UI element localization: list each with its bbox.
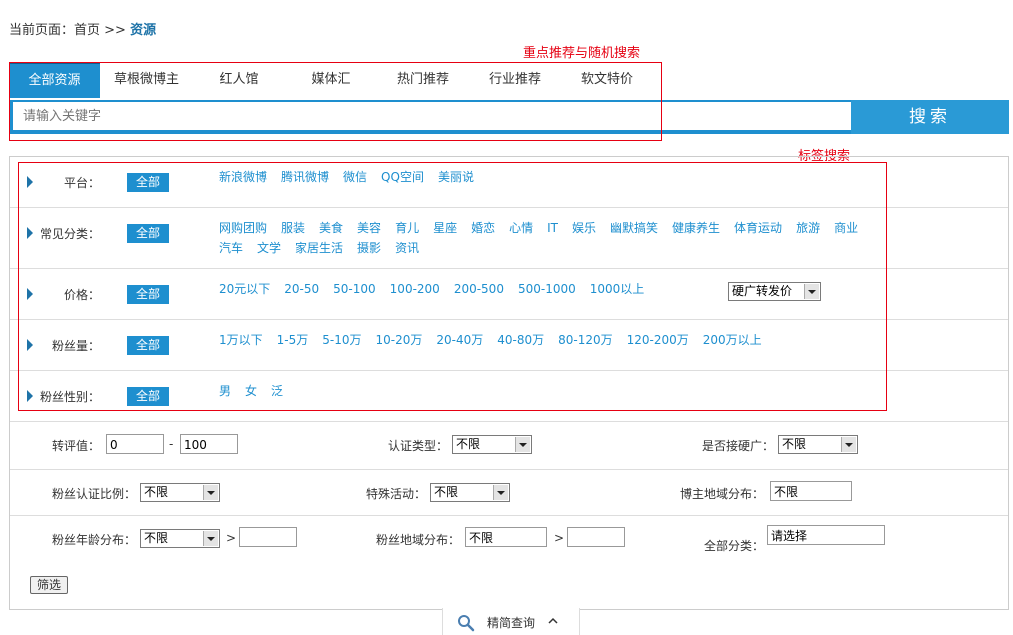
chevron-down-icon (841, 437, 856, 452)
repost-to-input[interactable]: 100 (180, 434, 238, 454)
all-category-input[interactable]: 请选择 (767, 525, 885, 545)
age-value: 不限 (144, 531, 169, 545)
range-dash: - (169, 437, 174, 451)
hard-ad-label: 是否接硬广： (702, 439, 775, 453)
hard-ad-select[interactable]: 不限 (778, 435, 858, 454)
region-label: 博主地域分布： (680, 487, 765, 501)
search-icon (458, 615, 475, 632)
age-label: 粉丝年龄分布： (52, 533, 137, 547)
all-category-label: 全部分类： (704, 539, 765, 553)
age-gt-sign: > (226, 531, 237, 545)
chevron-down-icon (203, 531, 218, 546)
chevron-up-icon (548, 617, 558, 624)
hard-ad-value: 不限 (782, 437, 807, 451)
special-value: 不限 (434, 485, 459, 499)
search-button[interactable]: 搜索 (851, 100, 1009, 134)
auth-type-label: 认证类型： (388, 439, 449, 453)
special-label: 特殊活动： (366, 487, 427, 501)
breadcrumb-current[interactable]: 资源 (130, 23, 156, 38)
fan-auth-select[interactable]: 不限 (140, 483, 220, 502)
filter-button[interactable]: 筛选 (30, 576, 68, 594)
fan-region-label: 粉丝地域分布： (376, 533, 461, 547)
simple-query-label: 精简查询 (487, 616, 536, 630)
fan-auth-label: 粉丝认证比例： (52, 487, 137, 501)
breadcrumb-prefix: 当前页面：首页 >> (9, 23, 131, 38)
auth-type-select[interactable]: 不限 (452, 435, 532, 454)
tags-highlight-box (18, 162, 887, 411)
recommend-highlight-box (9, 62, 662, 141)
age-extra-input[interactable] (239, 527, 297, 547)
simple-query-toggle[interactable]: 精简查询 (442, 608, 580, 635)
special-select[interactable]: 不限 (430, 483, 510, 502)
fan-auth-value: 不限 (144, 485, 169, 499)
fan-region-extra-input[interactable] (567, 527, 625, 547)
fan-region-input[interactable]: 不限 (465, 527, 547, 547)
region-input[interactable]: 不限 (770, 481, 852, 501)
breadcrumb: 当前页面：首页 >> 资源 (9, 19, 156, 38)
annotation-recommend: 重点推荐与随机搜索 (523, 46, 641, 61)
age-select[interactable]: 不限 (140, 529, 220, 548)
fan-region-gt-sign: > (554, 531, 565, 545)
repost-label: 转评值： (52, 439, 101, 453)
adv-row-3: 粉丝年龄分布： 不限 > 粉丝地域分布： 不限 > 全部分类： 请选择 (10, 516, 1008, 562)
chevron-down-icon (515, 437, 530, 452)
adv-row-2: 粉丝认证比例： 不限 特殊活动： 不限 博主地域分布： 不限 (10, 470, 1008, 516)
auth-type-value: 不限 (456, 437, 481, 451)
repost-from-input[interactable]: 0 (106, 434, 164, 454)
chevron-down-icon (493, 485, 508, 500)
chevron-down-icon (203, 485, 218, 500)
adv-row-1: 转评值： 0 - 100 认证类型： 不限 是否接硬广： 不限 (10, 422, 1008, 470)
